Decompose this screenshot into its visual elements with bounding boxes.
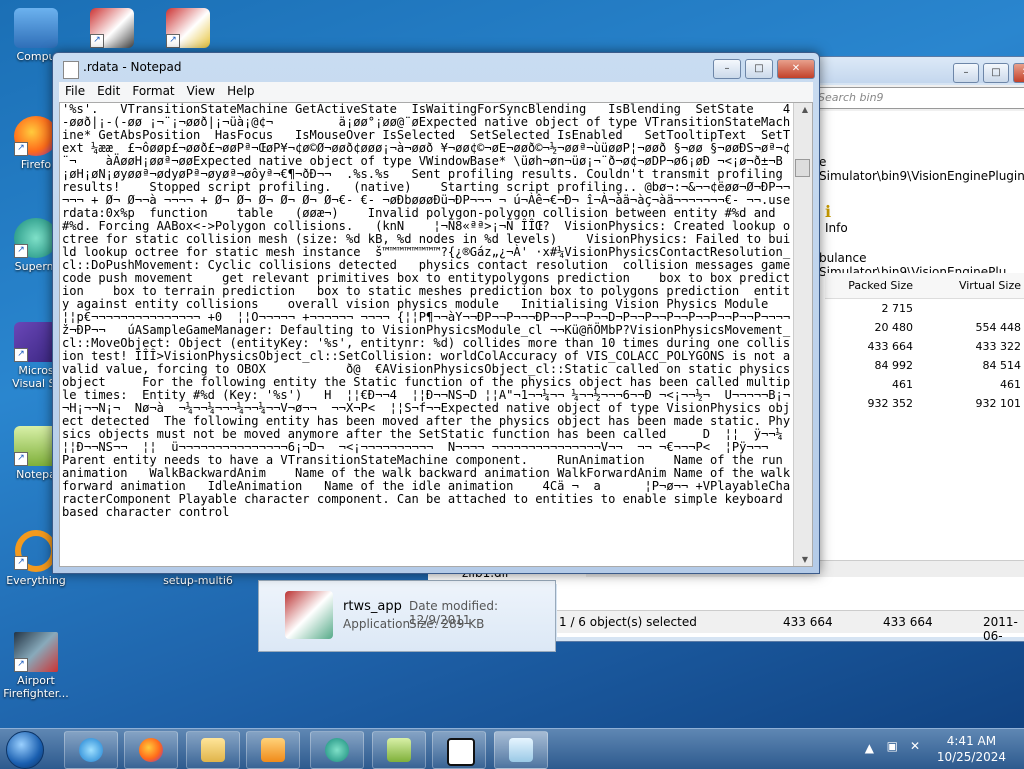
notepad-window: .rdata - Notepad – □ ✕ File Edit Format Vie… — [52, 52, 820, 574]
desktop-icon-label: Everything — [6, 574, 66, 587]
firefox-icon — [139, 738, 163, 762]
desktop-icon-label: Superm — [14, 260, 58, 273]
taskbar-notepad[interactable] — [494, 731, 548, 769]
archive-path[interactable]: e Simulator\bin9\VisionEnginePlugin.v — [819, 155, 1024, 183]
application-icon — [285, 591, 333, 639]
taskbar-7zip[interactable] — [432, 731, 486, 769]
taskbar-internet-explorer[interactable] — [64, 731, 118, 769]
status-selection: 1 / 6 object(s) selected — [559, 615, 697, 629]
column-header-virtual-size[interactable]: Virtual Size — [921, 273, 1024, 299]
taskbar-firefox[interactable] — [124, 731, 178, 769]
close-button[interactable]: ✕ — [1013, 63, 1024, 83]
desktop-icon-airport-firefighter[interactable]: ↗ Airport Firefighter... — [0, 632, 72, 700]
desktop-icon-label: Airport Firefighter... — [3, 674, 69, 700]
shortcut-arrow-icon: ↗ — [14, 452, 28, 466]
desktop-icon-label: Compu — [16, 50, 56, 63]
info-label: Info — [825, 221, 848, 235]
table-row[interactable]: 84 992 84 514 — [825, 356, 1024, 375]
archive-status-bar: 1 / 6 object(s) selected 433 664 433 664… — [557, 610, 1024, 643]
scroll-down-icon[interactable]: ▼ — [802, 555, 808, 564]
status-packed-size: 433 664 — [883, 615, 933, 629]
notepad-plus-icon — [387, 738, 411, 762]
table-row[interactable]: 20 480 554 448 — [825, 318, 1024, 337]
desktop-icon-setup-multi6[interactable]: setup-multi6 — [158, 574, 238, 587]
volume-muted-icon[interactable]: ✕ — [910, 739, 920, 753]
info-icon: ℹ — [825, 202, 832, 221]
shortcut-arrow-icon: ↗ — [14, 142, 28, 156]
taskbar-vision-app[interactable] — [310, 731, 364, 769]
table-row[interactable]: 433 664 433 322 — [825, 337, 1024, 356]
taskbar-media-player[interactable] — [246, 731, 300, 769]
taskbar-notepad-plus[interactable] — [372, 731, 426, 769]
menu-help[interactable]: Help — [221, 82, 260, 100]
column-header-packed-size[interactable]: Packed Size — [825, 273, 921, 299]
shortcut-arrow-icon: ↗ — [90, 34, 104, 48]
app-icon — [325, 738, 349, 762]
minimize-button[interactable]: – — [953, 63, 979, 83]
window-title: .rdata - Notepad — [83, 60, 182, 74]
desktop-icon-ambulance-1[interactable]: ↗ — [76, 8, 148, 50]
desktop-icon-ambulance-2[interactable]: ↗ — [152, 8, 224, 50]
internet-explorer-icon — [79, 738, 103, 762]
shortcut-arrow-icon: ↗ — [14, 244, 28, 258]
file-size: Size: 289 KB — [409, 617, 485, 631]
clock[interactable]: 4:41 AM 10/25/2024 — [937, 733, 1006, 765]
taskbar-file-explorer[interactable] — [186, 731, 240, 769]
file-type: Application — [343, 617, 411, 631]
menu-file[interactable]: File — [59, 82, 91, 100]
media-player-icon — [261, 738, 285, 762]
menu-format[interactable]: Format — [126, 82, 180, 100]
scroll-up-icon[interactable]: ▲ — [802, 105, 808, 114]
table-row[interactable]: 2 715 — [825, 299, 1024, 319]
close-button[interactable]: ✕ — [777, 59, 815, 79]
minimize-button[interactable]: – — [713, 59, 741, 79]
info-button[interactable]: ℹ Info — [825, 202, 848, 235]
desktop-icon-label: Firefo — [20, 158, 52, 171]
shortcut-arrow-icon: ↗ — [14, 658, 28, 672]
desktop-icon-label: Notepa — [16, 468, 56, 481]
7zip-icon — [447, 738, 475, 766]
maximize-button[interactable]: □ — [745, 59, 773, 79]
clock-time: 4:41 AM — [946, 734, 997, 748]
desktop-icon-label: setup-multi6 — [163, 574, 233, 587]
notepad-icon — [63, 61, 79, 79]
scroll-thumb[interactable] — [795, 159, 810, 177]
show-hidden-icons-icon[interactable]: ▲ — [865, 741, 874, 755]
start-button[interactable] — [6, 731, 44, 769]
network-icon[interactable]: ▣ — [887, 739, 898, 753]
table-row[interactable]: 461 461 — [825, 375, 1024, 394]
taskbar: ▲ ▣ ✕ 4:41 AM 10/25/2024 — [0, 728, 1024, 769]
shortcut-arrow-icon: ↗ — [14, 556, 28, 570]
file-name: rtws_app — [343, 599, 402, 614]
folder-icon — [201, 738, 225, 762]
table-row[interactable]: 932 352 932 101 — [825, 394, 1024, 413]
clock-date: 10/25/2024 — [936, 750, 1006, 764]
shortcut-arrow-icon: ↗ — [166, 34, 180, 48]
menu-bar: File Edit Format View Help — [59, 82, 813, 103]
maximize-button[interactable]: □ — [983, 63, 1009, 83]
text-editor[interactable]: '%s'. VTransitionStateMachine GetActiveS… — [59, 102, 813, 567]
archive-file-table: Packed Size Virtual Size 2 715 20 480 554… — [825, 273, 1024, 413]
shortcut-arrow-icon: ↗ — [14, 348, 28, 362]
status-size: 433 664 — [783, 615, 833, 629]
menu-view[interactable]: View — [181, 82, 221, 100]
status-modified: 2011-06- — [983, 615, 1018, 643]
document-text[interactable]: '%s'. VTransitionStateMachine GetActiveS… — [62, 103, 792, 566]
details-pane: rtws_app Application Date modified: 12/9… — [258, 580, 556, 652]
menu-edit[interactable]: Edit — [91, 82, 126, 100]
search-input[interactable]: Search bin9 — [813, 87, 1024, 109]
notepad-icon — [509, 738, 533, 762]
computer-icon — [14, 8, 58, 48]
vertical-scrollbar[interactable]: ▲ ▼ — [793, 103, 812, 566]
